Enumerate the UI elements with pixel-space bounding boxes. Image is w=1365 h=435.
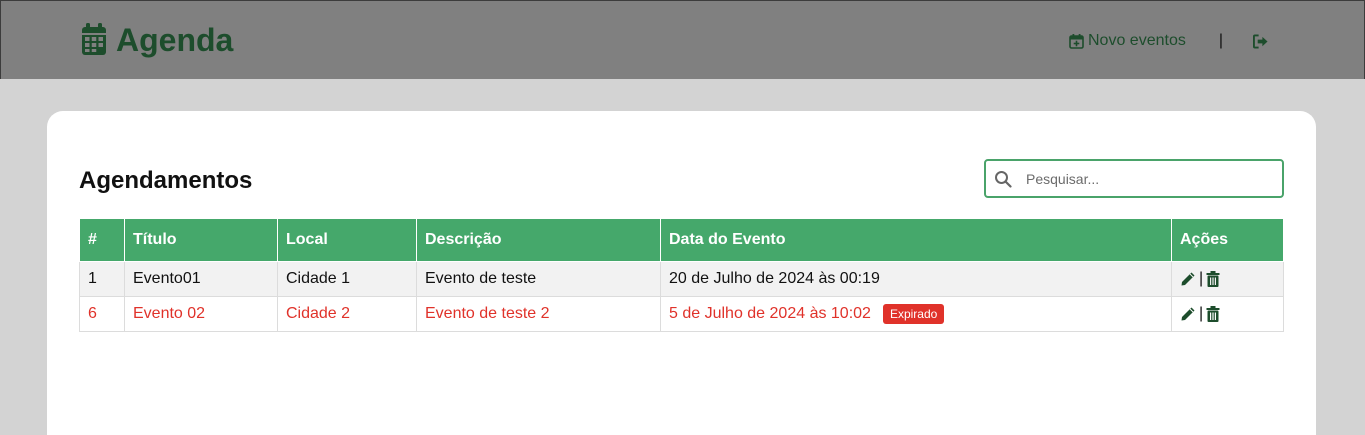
column-header-id: # bbox=[79, 218, 125, 262]
new-event-label: Novo eventos bbox=[1088, 32, 1186, 49]
table-row: 1 Evento01 Cidade 1 Evento de teste 20 d… bbox=[79, 261, 1284, 297]
pencil-icon[interactable] bbox=[1180, 271, 1196, 287]
search-input[interactable] bbox=[1026, 163, 1266, 194]
column-header-date: Data do Evento bbox=[660, 218, 1172, 262]
event-date: 5 de Julho de 2024 às 10:02 bbox=[669, 305, 871, 323]
logout-button[interactable] bbox=[1253, 33, 1268, 49]
calendar-plus-icon bbox=[1069, 33, 1084, 49]
cell-date: 20 de Julho de 2024 às 00:19 bbox=[660, 261, 1172, 297]
nav-separator: | bbox=[1218, 32, 1223, 49]
table-row: 6 Evento 02 Cidade 2 Evento de teste 2 5… bbox=[79, 296, 1284, 332]
table-header-row: # Título Local Descrição Data do Evento … bbox=[79, 218, 1284, 262]
column-header-title: Título bbox=[124, 218, 278, 262]
cell-title: Evento 02 bbox=[124, 296, 278, 332]
column-header-location: Local bbox=[277, 218, 417, 262]
search-box[interactable] bbox=[984, 159, 1284, 198]
trash-icon[interactable] bbox=[1206, 306, 1220, 322]
cell-id: 1 bbox=[79, 261, 125, 297]
header-nav: Novo eventos | bbox=[1069, 29, 1268, 53]
expired-badge: Expirado bbox=[882, 304, 945, 324]
app-title: Agenda bbox=[116, 22, 234, 58]
cell-actions: | bbox=[1171, 261, 1284, 297]
action-separator: | bbox=[1199, 270, 1204, 287]
appointments-card: Agendamentos # Título Local Descrição Da… bbox=[47, 111, 1316, 435]
pencil-icon[interactable] bbox=[1180, 306, 1196, 322]
cell-description: Evento de teste 2 bbox=[416, 296, 661, 332]
cell-location: Cidade 1 bbox=[277, 261, 417, 297]
top-navbar: Agenda Novo eventos | bbox=[0, 0, 1365, 79]
column-header-actions: Ações bbox=[1171, 218, 1284, 262]
cell-location: Cidade 2 bbox=[277, 296, 417, 332]
event-date: 20 de Julho de 2024 às 00:19 bbox=[669, 270, 880, 287]
sign-out-icon bbox=[1253, 33, 1268, 49]
cell-description: Evento de teste bbox=[416, 261, 661, 297]
cell-id: 6 bbox=[79, 296, 125, 332]
action-separator: | bbox=[1199, 305, 1204, 322]
column-header-description: Descrição bbox=[416, 218, 661, 262]
brand[interactable]: Agenda bbox=[80, 21, 233, 59]
search-icon bbox=[995, 170, 1012, 188]
trash-icon[interactable] bbox=[1206, 271, 1220, 287]
cell-actions: | bbox=[1171, 296, 1284, 332]
page-title: Agendamentos bbox=[79, 167, 253, 194]
cell-date: 5 de Julho de 2024 às 10:02 Expirado bbox=[660, 296, 1172, 332]
appointments-table: # Título Local Descrição Data do Evento … bbox=[79, 218, 1284, 332]
calendar-icon bbox=[82, 23, 106, 55]
new-event-link[interactable]: Novo eventos bbox=[1069, 32, 1186, 50]
cell-title: Evento01 bbox=[124, 261, 278, 297]
